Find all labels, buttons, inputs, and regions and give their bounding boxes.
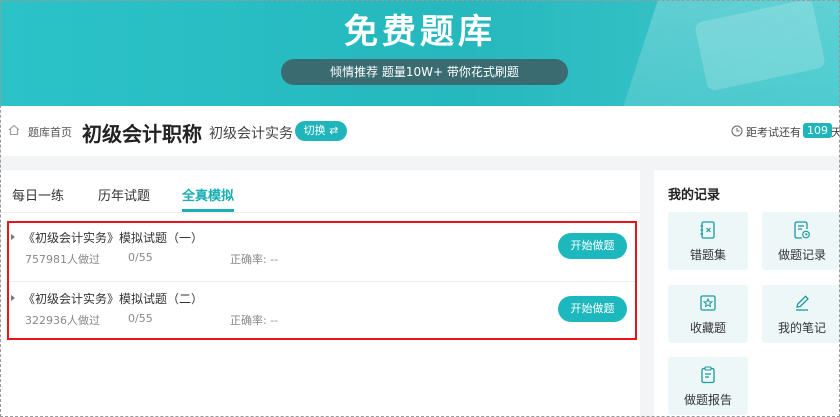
exam-name[interactable]: 《初级会计实务》模拟试题（二） [23,290,203,307]
report-icon [701,366,715,384]
record-label: 做题记录 [777,248,826,262]
bullet-icon [11,234,15,240]
error-book-icon [700,221,715,239]
record-label: 错题集 [689,248,726,262]
exam-accuracy: 正确率: -- [230,314,279,327]
switch-subject-button[interactable]: 切换 ⇄ [295,121,347,141]
exam-name[interactable]: 《初级会计实务》模拟试题（一） [23,229,203,246]
record-label: 收藏题 [689,321,726,335]
record-report[interactable]: 做题报告 [668,357,748,415]
tab-daily-practice[interactable]: 每日一练 [12,185,64,204]
countdown-label: 距考试还有 [746,126,801,139]
exam-list: 《初级会计实务》模拟试题（一） 757981人做过 0/55 正确率: -- 开… [7,221,637,340]
exam-taker-count: 757981人做过 [25,253,100,266]
record-favorites[interactable]: 收藏题 [668,285,748,343]
start-exam-button[interactable]: 开始做题 [558,296,627,322]
record-label: 我的笔记 [777,321,826,335]
hero-banner: 免费题库 倾情推荐 题量10W+ 带你花式刷题 [0,0,840,106]
record-label: 做题报告 [683,393,732,407]
banner-tagline: 倾情推荐 题量10W+ 带你花式刷题 [281,59,568,85]
tabs-divider [0,212,640,213]
home-icon[interactable] [8,124,20,136]
star-icon [700,295,716,311]
bullet-icon [11,295,15,301]
banner-title: 免费题库 [344,12,496,52]
record-error-book[interactable]: 错题集 [668,212,748,270]
subject-name: 初级会计实务 [209,126,293,142]
breadcrumb-home[interactable]: 题库首页 [28,124,72,140]
exam-taker-count: 322936人做过 [25,314,100,327]
records-title: 我的记录 [668,188,721,203]
record-icon [794,221,810,239]
page-title: 初级会计职称 [82,122,202,146]
exam-accuracy: 正确率: -- [230,253,279,266]
start-exam-button[interactable]: 开始做题 [558,233,627,259]
record-notes[interactable]: 我的笔记 [762,285,840,343]
record-history[interactable]: 做题记录 [762,212,840,270]
countdown-unit: 天 [831,126,840,139]
tab-past-papers[interactable]: 历年试题 [98,185,150,204]
list-item: 《初级会计实务》模拟试题（一） 757981人做过 0/55 正确率: -- 开… [9,223,635,281]
tab-mock-exam[interactable]: 全真模拟 [182,185,234,204]
my-records-panel: 我的记录 错题集 做题记录 收藏题 我的笔记 做题报告 [654,170,840,417]
page-header: 题库首页 初级会计职称 初级会计实务 切换 ⇄ 距考试还有 109 天 [0,106,840,156]
exam-progress: 0/55 [128,251,153,264]
clock-icon [731,125,743,137]
countdown-days-badge: 109 [803,123,832,138]
list-item: 《初级会计实务》模拟试题（二） 322936人做过 0/55 正确率: -- 开… [9,281,635,339]
pen-icon [796,295,809,311]
exam-progress: 0/55 [128,312,153,325]
